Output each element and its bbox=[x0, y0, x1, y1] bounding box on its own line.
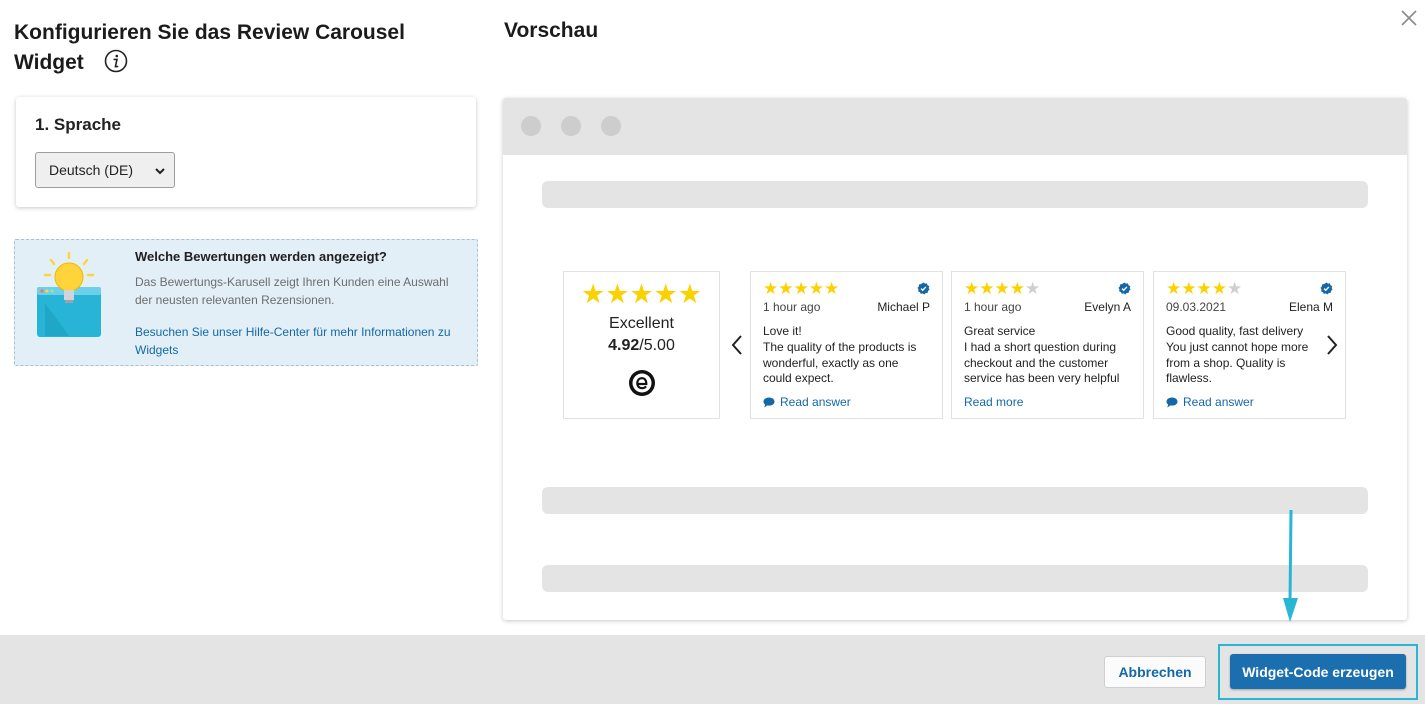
window-dot bbox=[601, 116, 621, 136]
language-card: 1. Sprache Deutsch (DE) bbox=[16, 97, 476, 207]
verified-badge-icon bbox=[1118, 282, 1131, 295]
content-placeholder bbox=[542, 487, 1368, 514]
lightbulb-illustration-icon bbox=[37, 251, 101, 337]
verified-badge-icon bbox=[1320, 282, 1333, 295]
read-answer-link[interactable]: Read answer bbox=[1166, 395, 1254, 409]
review-line: I had a short question during bbox=[964, 339, 1117, 354]
carousel-prev-arrow-icon[interactable] bbox=[728, 332, 746, 358]
review-stars: ★★★★★ bbox=[1166, 279, 1243, 298]
help-text: Das Bewertungs-Karusell zeigt Ihren Kund… bbox=[135, 275, 449, 307]
review-card: ★★★★★ 1 hour ago Evelyn A Great service … bbox=[951, 271, 1144, 419]
language-select[interactable]: Deutsch (DE) bbox=[35, 152, 175, 188]
review-card: ★★★★★ 09.03.2021 Elena M Good quality, f… bbox=[1153, 271, 1346, 419]
preview-frame: ★★★★★ Excellent 4.92/5.00 ★★★★★ 1 hour a… bbox=[503, 98, 1407, 620]
review-line: wonderful, exactly as one bbox=[763, 355, 899, 370]
review-stars: ★★★★★ bbox=[763, 279, 840, 298]
review-date: 1 hour ago bbox=[964, 300, 1022, 314]
read-more-link[interactable]: Read more bbox=[964, 395, 1023, 409]
review-line: The quality of the products is bbox=[763, 339, 917, 354]
help-title: Welche Bewertungen werden angezeigt? bbox=[135, 249, 387, 264]
content-placeholder bbox=[542, 181, 1368, 208]
review-line: Love it! bbox=[763, 324, 802, 338]
summary-label: Excellent bbox=[609, 315, 674, 332]
callout-arrow-icon bbox=[1283, 510, 1298, 622]
cancel-button[interactable]: Abbrechen bbox=[1104, 656, 1206, 688]
verified-badge-icon bbox=[917, 282, 930, 295]
dialog-title-text: Konfigurieren Sie das Review Carousel Wi… bbox=[14, 21, 405, 74]
speech-bubble-icon bbox=[763, 397, 775, 407]
review-text: Good quality, fast delivery You just can… bbox=[1166, 324, 1338, 387]
info-icon[interactable] bbox=[104, 49, 128, 73]
review-line: from a shop. Quality is bbox=[1166, 355, 1286, 370]
dialog-title: Konfigurieren Sie das Review Carousel Wi… bbox=[14, 18, 434, 78]
review-text: Great service I had a short question dur… bbox=[964, 324, 1136, 387]
window-dot bbox=[521, 116, 541, 136]
browser-bar bbox=[503, 98, 1407, 155]
close-icon[interactable] bbox=[1399, 8, 1419, 28]
speech-bubble-icon bbox=[1166, 397, 1178, 407]
review-line: checkout and the customer bbox=[964, 355, 1109, 370]
summary-stars: ★★★★★ bbox=[580, 279, 703, 309]
help-center-link[interactable]: Besuchen Sie unser Hilfe-Center für mehr… bbox=[135, 323, 455, 359]
rating-summary-card: ★★★★★ Excellent 4.92/5.00 bbox=[563, 271, 720, 419]
summary-score-value: 4.92 bbox=[608, 337, 640, 354]
review-date: 1 hour ago bbox=[763, 300, 821, 314]
review-line: flawless. bbox=[1166, 371, 1213, 386]
help-box: Welche Bewertungen werden angezeigt? Das… bbox=[14, 239, 478, 366]
read-answer-label: Read answer bbox=[1183, 395, 1254, 409]
review-line: Great service bbox=[964, 324, 1036, 338]
review-line: Good quality, fast delivery bbox=[1166, 324, 1304, 338]
widget-config-dialog: Konfigurieren Sie das Review Carousel Wi… bbox=[0, 0, 1425, 704]
summary-score: 4.92/5.00 bbox=[564, 337, 719, 355]
generate-widget-code-button[interactable]: Widget-Code erzeugen bbox=[1230, 654, 1406, 689]
read-more-label: Read more bbox=[964, 395, 1024, 409]
review-line: could expect. bbox=[763, 371, 834, 386]
read-answer-label: Read answer bbox=[780, 395, 851, 409]
trusted-shops-logo-icon bbox=[628, 370, 655, 396]
content-placeholder bbox=[542, 565, 1368, 592]
review-date: 09.03.2021 bbox=[1166, 300, 1227, 314]
review-author: Elena M bbox=[1288, 300, 1333, 314]
window-dot bbox=[561, 116, 581, 136]
review-text: Love it! The quality of the products is … bbox=[763, 324, 935, 387]
language-heading: 1. Sprache bbox=[35, 115, 121, 134]
preview-title: Vorschau bbox=[504, 19, 599, 42]
summary-score-max: /5.00 bbox=[639, 337, 675, 354]
review-card: ★★★★★ 1 hour ago Michael P Love it! The … bbox=[750, 271, 943, 419]
dialog-footer: Abbrechen Widget-Code erzeugen bbox=[0, 635, 1425, 704]
review-author: Evelyn A bbox=[1084, 300, 1131, 314]
review-author: Michael P bbox=[877, 300, 930, 314]
read-answer-link[interactable]: Read answer bbox=[763, 395, 851, 409]
chevron-down-icon bbox=[155, 168, 165, 175]
carousel-next-arrow-icon[interactable] bbox=[1323, 332, 1341, 358]
review-line: service has been very helpful bbox=[964, 371, 1120, 386]
review-stars: ★★★★★ bbox=[964, 279, 1041, 298]
review-line: You just cannot hope more bbox=[1166, 339, 1309, 354]
language-select-value: Deutsch (DE) bbox=[49, 162, 134, 178]
